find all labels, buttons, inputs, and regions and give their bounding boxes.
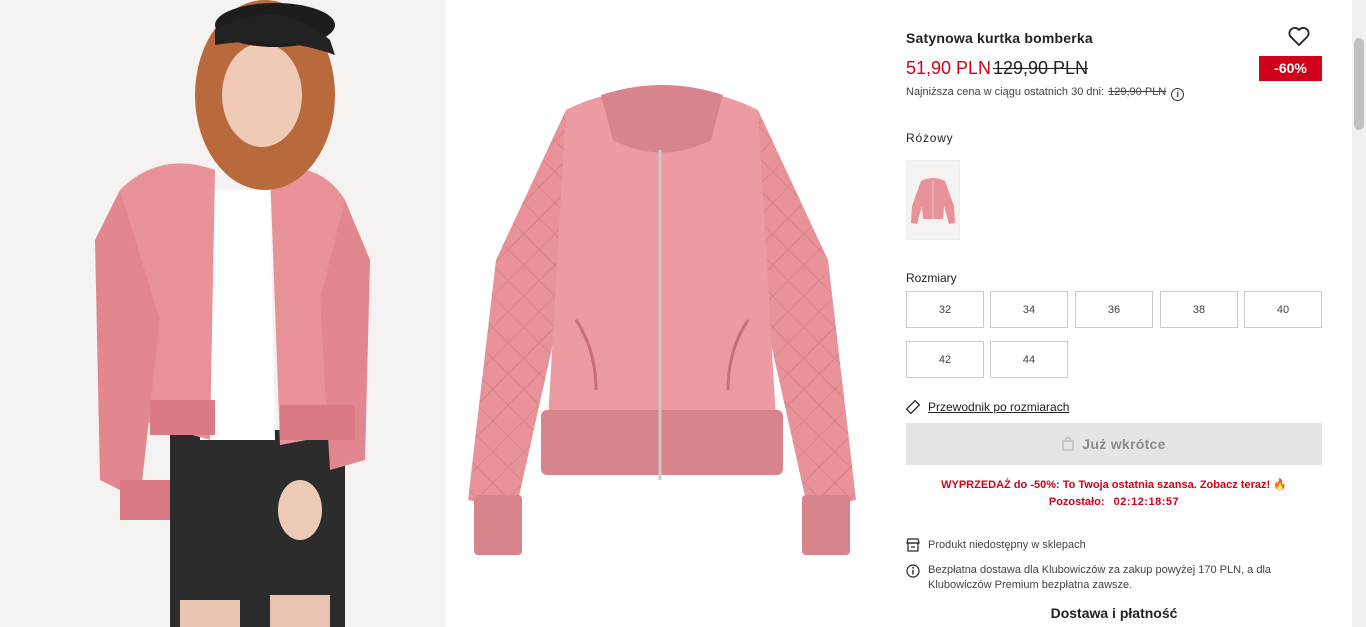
- size-option-38[interactable]: 38: [1160, 291, 1238, 328]
- ruler-icon: [906, 400, 920, 414]
- size-option-42[interactable]: 42: [906, 341, 984, 378]
- size-option-44[interactable]: 44: [990, 341, 1068, 378]
- countdown-label: Pozostało:: [1048, 496, 1105, 508]
- sizes-label: Rozmiary: [906, 271, 957, 285]
- coming-soon-label: Już wkrótce: [1082, 436, 1166, 452]
- size-option-40[interactable]: 40: [1244, 291, 1322, 328]
- color-swatch-pink[interactable]: [906, 160, 960, 240]
- product-title: Satynowa kurtka bomberka: [906, 30, 1093, 46]
- size-option-34[interactable]: 34: [990, 291, 1068, 328]
- size-option-36[interactable]: 36: [1075, 291, 1153, 328]
- favorite-heart-icon[interactable]: [1287, 24, 1311, 48]
- sale-banner[interactable]: WYPRZEDAŻ do -50%: To Twoja ostatnia sza…: [906, 477, 1322, 511]
- info-icon: [906, 564, 920, 578]
- countdown-timer: 02:12:18:57: [1113, 496, 1180, 508]
- sale-message: WYPRZEDAŻ do -50%: To Twoja ostatnia sza…: [941, 479, 1287, 491]
- lowest-price-value: 129,90 PLN: [1108, 86, 1167, 98]
- delivery-info: Bezpłatna dostawa dla Klubowiczów za zak…: [906, 563, 1326, 593]
- lowest-price-label: Najniższa cena w ciągu ostatnich 30 dni:: [906, 86, 1105, 98]
- jacket-photo: [468, 85, 856, 555]
- store-icon: [906, 538, 920, 552]
- size-option-32[interactable]: 32: [906, 291, 984, 328]
- info-icon[interactable]: i: [1171, 88, 1185, 101]
- lowest-price-note: Najniższa cena w ciągu ostatnich 30 dni:…: [906, 86, 1185, 101]
- coming-soon-button[interactable]: Już wkrótce: [906, 423, 1322, 465]
- size-guide-label: Przewodnik po rozmiarach: [928, 400, 1070, 414]
- scrollbar-thumb[interactable]: [1354, 38, 1364, 130]
- sale-price: 51,90 PLN: [906, 58, 992, 78]
- model-photo: [0, 0, 444, 627]
- product-image-model[interactable]: [0, 0, 444, 627]
- product-details-panel: Satynowa kurtka bomberka 51,90 PLN 129,9…: [878, 0, 1352, 627]
- product-image-flat[interactable]: [446, 0, 878, 627]
- bag-icon: [1062, 437, 1074, 451]
- store-availability: Produkt niedostępny w sklepach: [906, 538, 1086, 553]
- original-price: 129,90 PLN: [993, 58, 1089, 78]
- color-name: Różowy: [906, 131, 954, 145]
- size-guide-link[interactable]: Przewodnik po rozmiarach: [906, 400, 1069, 414]
- delivery-text: Bezpłatna dostawa dla Klubowiczów za zak…: [928, 564, 1272, 591]
- store-availability-text: Produkt niedostępny w sklepach: [928, 539, 1086, 551]
- discount-badge: -60%: [1259, 56, 1322, 81]
- delivery-payment-heading[interactable]: Dostawa i płatność: [906, 605, 1322, 621]
